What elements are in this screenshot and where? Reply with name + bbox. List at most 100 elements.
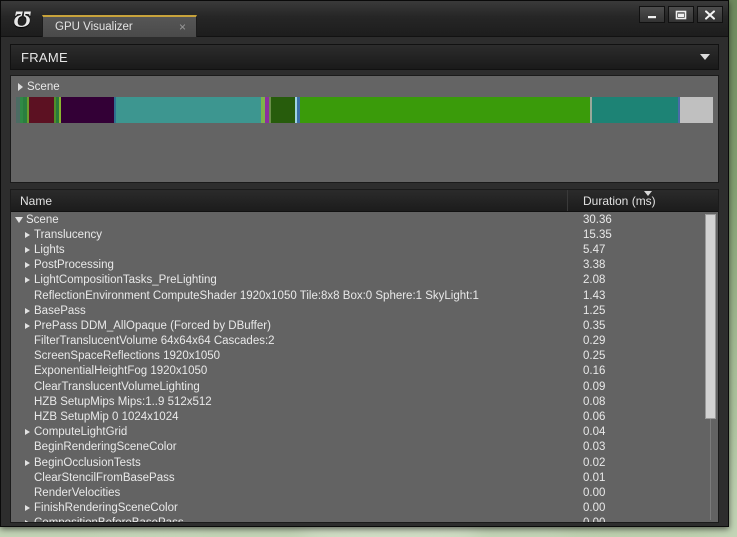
cell-name: Translucency bbox=[11, 229, 568, 241]
event-name: ReflectionEnvironment ComputeShader 1920… bbox=[34, 289, 479, 302]
frame-selector-dropdown[interactable]: FRAME bbox=[10, 44, 719, 70]
cell-name: Scene bbox=[11, 214, 568, 226]
event-name: RenderVelocities bbox=[34, 486, 121, 499]
table-row[interactable]: BasePass 1.25 bbox=[11, 303, 718, 318]
event-name: ExponentialHeightFog 1920x1050 bbox=[34, 365, 208, 378]
table-row[interactable]: ExponentialHeightFog 1920x1050 0.16 bbox=[11, 364, 718, 379]
frame-selector-value: FRAME bbox=[21, 49, 68, 65]
gpu-timeline-panel: Scene bbox=[10, 75, 719, 183]
table-row[interactable]: FilterTranslucentVolume 64x64x64 Cascade… bbox=[11, 334, 718, 349]
cell-duration: 0.06 bbox=[583, 411, 606, 424]
unreal-engine-logo-icon: Ʊ bbox=[13, 6, 31, 32]
tab-gpu-visualizer[interactable]: GPU Visualizer × bbox=[42, 15, 197, 37]
expand-triangle-icon[interactable] bbox=[25, 246, 30, 253]
cell-name: BeginOcclusionTests bbox=[11, 457, 568, 469]
event-name: BeginOcclusionTests bbox=[34, 456, 141, 469]
cell-duration: 5.47 bbox=[583, 243, 606, 256]
expand-triangle-icon[interactable] bbox=[25, 322, 30, 329]
cell-duration: 0.29 bbox=[583, 335, 606, 348]
table-row[interactable]: HZB SetupMip 0 1024x1024 0.06 bbox=[11, 409, 718, 424]
timeline-segment[interactable] bbox=[591, 97, 678, 123]
column-header-duration[interactable]: Duration (ms) bbox=[568, 190, 718, 211]
timeline-segment[interactable] bbox=[299, 97, 590, 123]
table-vertical-scrollbar[interactable] bbox=[705, 214, 716, 520]
timeline-bar[interactable] bbox=[16, 97, 713, 123]
timeline-root-row[interactable]: Scene bbox=[16, 80, 713, 94]
timeline-segment[interactable] bbox=[680, 97, 713, 123]
timeline-segment[interactable] bbox=[270, 97, 296, 123]
cell-duration: 15.35 bbox=[583, 228, 612, 241]
table-row[interactable]: Scene 30.36 bbox=[11, 212, 718, 227]
scrollbar-thumb[interactable] bbox=[705, 214, 716, 419]
expand-triangle-icon[interactable] bbox=[25, 307, 30, 314]
table-row[interactable]: CompositionBeforeBasePass 0.00 bbox=[11, 516, 718, 522]
timeline-segment[interactable] bbox=[116, 97, 262, 123]
table-row[interactable]: ReflectionEnvironment ComputeShader 1920… bbox=[11, 288, 718, 303]
table-body: Scene 30.36 Translucency 15.35 Lights 5.47 Pos… bbox=[11, 212, 718, 522]
cell-duration: 0.08 bbox=[583, 395, 606, 408]
minimize-button[interactable] bbox=[639, 6, 665, 23]
expand-triangle-icon[interactable] bbox=[25, 231, 30, 238]
cell-name: Lights bbox=[11, 244, 568, 256]
expand-triangle-icon[interactable] bbox=[25, 520, 30, 522]
cell-duration: 0.09 bbox=[583, 380, 606, 393]
cell-duration: 0.03 bbox=[583, 441, 606, 454]
expand-triangle-icon[interactable] bbox=[18, 83, 23, 91]
event-name: HZB SetupMip 0 1024x1024 bbox=[34, 411, 179, 424]
timeline-segment[interactable] bbox=[29, 97, 54, 123]
table-row[interactable]: ClearTranslucentVolumeLighting 0.09 bbox=[11, 379, 718, 394]
tab-close-icon[interactable]: × bbox=[169, 21, 190, 34]
chevron-down-icon[interactable] bbox=[700, 54, 710, 60]
cell-name: ScreenSpaceReflections 1920x1050 bbox=[11, 350, 568, 362]
expand-triangle-icon[interactable] bbox=[25, 277, 30, 284]
cell-name: BasePass bbox=[11, 305, 568, 317]
table-row[interactable]: PrePass DDM_AllOpaque (Forced by DBuffer… bbox=[11, 318, 718, 333]
cell-name: PrePass DDM_AllOpaque (Forced by DBuffer… bbox=[11, 320, 568, 332]
maximize-button[interactable] bbox=[668, 6, 694, 23]
table-row[interactable]: PostProcessing 3.38 bbox=[11, 258, 718, 273]
table-row[interactable]: BeginRenderingSceneColor 0.03 bbox=[11, 440, 718, 455]
timeline-segment[interactable] bbox=[60, 97, 114, 123]
table-row[interactable]: ClearStencilFromBasePass 0.01 bbox=[11, 470, 718, 485]
timeline-root-label: Scene bbox=[27, 81, 60, 93]
cell-duration: 0.01 bbox=[583, 471, 606, 484]
table-row[interactable]: ComputeLightGrid 0.04 bbox=[11, 425, 718, 440]
table-row[interactable]: RenderVelocities 0.00 bbox=[11, 485, 718, 500]
table-row[interactable]: Lights 5.47 bbox=[11, 242, 718, 257]
window-body: FRAME Scene Name Duration (ms) Scene 30.… bbox=[1, 37, 728, 526]
cell-name: LightCompositionTasks_PreLighting bbox=[11, 274, 568, 286]
cell-duration: 0.02 bbox=[583, 456, 606, 469]
collapse-triangle-icon[interactable] bbox=[15, 217, 23, 224]
table-row[interactable]: Translucency 15.35 bbox=[11, 227, 718, 242]
cell-duration: 0.00 bbox=[583, 502, 606, 515]
cell-name: FilterTranslucentVolume 64x64x64 Cascade… bbox=[11, 335, 568, 347]
cell-name: BeginRenderingSceneColor bbox=[11, 441, 568, 453]
event-name: FinishRenderingSceneColor bbox=[34, 502, 178, 515]
tab-label: GPU Visualizer bbox=[55, 21, 133, 33]
cell-name: ClearTranslucentVolumeLighting bbox=[11, 381, 568, 393]
event-name: PostProcessing bbox=[34, 259, 114, 272]
sort-descending-icon bbox=[644, 191, 652, 196]
cell-duration: 0.25 bbox=[583, 350, 606, 363]
expand-triangle-icon[interactable] bbox=[25, 429, 30, 436]
event-name: ScreenSpaceReflections 1920x1050 bbox=[34, 350, 221, 363]
table-row[interactable]: ScreenSpaceReflections 1920x1050 0.25 bbox=[11, 349, 718, 364]
expand-triangle-icon[interactable] bbox=[25, 262, 30, 269]
table-row[interactable]: HZB SetupMips Mips:1..9 512x512 0.08 bbox=[11, 394, 718, 409]
window-titlebar[interactable]: Ʊ GPU Visualizer × bbox=[1, 1, 728, 37]
table-row[interactable]: BeginOcclusionTests 0.02 bbox=[11, 455, 718, 470]
expand-triangle-icon[interactable] bbox=[25, 505, 30, 512]
expand-triangle-icon[interactable] bbox=[25, 459, 30, 466]
close-button[interactable] bbox=[697, 6, 723, 23]
cell-name: ExponentialHeightFog 1920x1050 bbox=[11, 365, 568, 377]
column-header-name[interactable]: Name bbox=[11, 190, 568, 211]
event-name: HZB SetupMips Mips:1..9 512x512 bbox=[34, 395, 212, 408]
event-name: ComputeLightGrid bbox=[34, 426, 128, 439]
event-name: ClearStencilFromBasePass bbox=[34, 471, 175, 484]
gpu-visualizer-window: Ʊ GPU Visualizer × FRAME Scene Name Dura… bbox=[0, 0, 729, 527]
event-name: ClearTranslucentVolumeLighting bbox=[34, 380, 200, 393]
table-row[interactable]: LightCompositionTasks_PreLighting 2.08 bbox=[11, 273, 718, 288]
event-name: CompositionBeforeBasePass bbox=[34, 517, 184, 522]
table-row[interactable]: FinishRenderingSceneColor 0.00 bbox=[11, 501, 718, 516]
cell-duration: 2.08 bbox=[583, 274, 606, 287]
